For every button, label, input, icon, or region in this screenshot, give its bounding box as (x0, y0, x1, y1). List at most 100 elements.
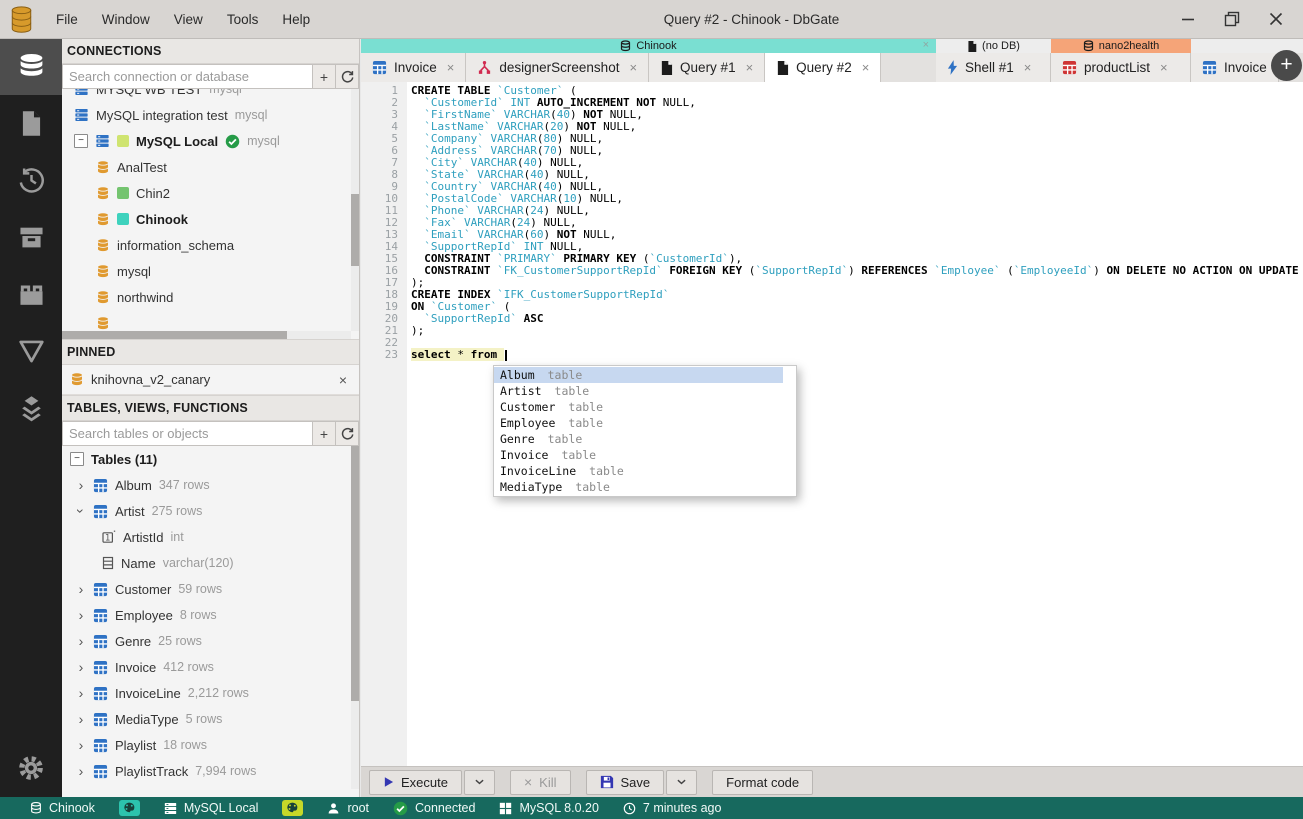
tree-item[interactable]: › Employee 8 rows (62, 602, 359, 628)
restore-icon[interactable] (1223, 10, 1241, 28)
tab-group-Chinook[interactable]: Chinook × (361, 38, 936, 53)
chevron-icon[interactable]: › (76, 660, 86, 674)
tree-item[interactable]: › PlaylistTrack 7,994 rows (62, 758, 359, 784)
connection-item[interactable]: − MySQL Local mysql (62, 128, 359, 154)
tab-close-icon[interactable]: × (1160, 60, 1168, 75)
tree-item[interactable]: › Playlist 18 rows (62, 732, 359, 758)
menu-window[interactable]: Window (91, 8, 161, 31)
tree-item[interactable]: 1 ArtistId int (62, 524, 359, 550)
tab-close-icon[interactable]: × (746, 60, 754, 75)
menu-tools[interactable]: Tools (216, 8, 270, 31)
status-palette-teal[interactable] (118, 800, 140, 816)
tab-query-#2[interactable]: Query #2 × (765, 53, 882, 82)
tree-item[interactable]: › Invoice 412 rows (62, 654, 359, 680)
expander-icon[interactable]: − (74, 134, 88, 148)
autocomplete-item[interactable]: Genre table (494, 431, 783, 447)
chevron-icon[interactable]: › (76, 738, 86, 752)
autocomplete-item[interactable]: Artist table (494, 383, 783, 399)
chevron-icon[interactable]: › (76, 478, 86, 492)
pinned-item[interactable]: knihovna_v2_canary × (62, 365, 359, 395)
chevron-icon[interactable]: › (76, 608, 86, 622)
connection-item[interactable]: Chin2 (62, 180, 359, 206)
autocomplete-item[interactable]: InvoiceLine table (494, 463, 783, 479)
execute-dropdown-button[interactable] (463, 769, 495, 795)
tree-item[interactable]: › InvoiceLine 2,212 rows (62, 680, 359, 706)
chevron-icon[interactable]: › (73, 506, 89, 516)
close-icon[interactable] (1267, 10, 1285, 28)
tab-close-icon[interactable]: × (447, 60, 455, 75)
connection-item[interactable]: Chinook (62, 206, 359, 232)
close-icon[interactable]: × (923, 40, 929, 51)
rail-item-database-icon[interactable] (0, 38, 62, 95)
autocomplete-item[interactable]: MediaType table (494, 479, 783, 495)
scrollbar-thumb[interactable] (62, 331, 288, 339)
save-button[interactable]: Save (585, 769, 665, 795)
tree-item[interactable]: › Genre 25 rows (62, 628, 359, 654)
expander-icon[interactable]: − (70, 452, 84, 466)
rail-item-archive-icon[interactable] (0, 209, 62, 266)
status-clock[interactable]: 7 minutes ago (623, 801, 721, 815)
autocomplete-item[interactable]: Album table (494, 367, 783, 383)
close-icon[interactable]: × (339, 372, 347, 388)
tab-shell-#1[interactable]: Shell #1 × (936, 53, 1051, 82)
tab-close-icon[interactable]: × (629, 60, 637, 75)
tree-folder[interactable]: − Tables (11) (62, 446, 359, 472)
connection-item[interactable]: MySQL integration test mysql (62, 102, 359, 128)
connection-item[interactable]: AnalTest (62, 154, 359, 180)
format-code-button[interactable]: Format code (712, 769, 814, 795)
scrollbar-track[interactable] (351, 446, 359, 789)
refresh-tables-button[interactable] (336, 421, 359, 446)
rail-item-book-icon[interactable] (0, 266, 62, 323)
connection-item[interactable]: northwind (62, 284, 359, 310)
refresh-connections-button[interactable] (336, 64, 359, 89)
rail-item-funnel-icon[interactable] (0, 323, 62, 380)
menu-file[interactable]: File (45, 8, 89, 31)
autocomplete-item[interactable]: Customer table (494, 399, 783, 415)
connection-item[interactable]: mysql (62, 258, 359, 284)
rail-item-layers-icon[interactable] (0, 380, 62, 437)
new-tab-button[interactable]: + (1271, 50, 1302, 81)
scrollbar-thumb[interactable] (351, 194, 359, 266)
status-database[interactable]: Chinook (30, 801, 95, 815)
rail-item-gear-icon[interactable] (0, 739, 62, 797)
tables-search-input[interactable] (62, 421, 313, 446)
status-server[interactable]: MySQL Local (164, 801, 258, 815)
tree-item[interactable]: › MediaType 5 rows (62, 706, 359, 732)
chevron-icon[interactable]: › (76, 634, 86, 648)
execute-button[interactable]: Execute (369, 769, 462, 795)
tab-invoice[interactable]: Invoice (1191, 53, 1279, 82)
menu-view[interactable]: View (163, 8, 214, 31)
add-table-button[interactable]: + (313, 421, 336, 446)
tree-item[interactable]: Name varchar(120) (62, 550, 359, 576)
tab-close-icon[interactable]: × (1024, 60, 1032, 75)
status-user[interactable]: root (327, 801, 369, 815)
tab-productlist[interactable]: productList × (1051, 53, 1191, 82)
connection-item[interactable]: MYSQL WB TEST mysql (62, 89, 359, 102)
chevron-icon[interactable]: › (76, 712, 86, 726)
tree-item[interactable]: › Artist 275 rows (62, 498, 359, 524)
tab-designerscreenshot[interactable]: designerScreenshot × (466, 53, 650, 82)
minimize-icon[interactable] (1179, 10, 1197, 28)
chevron-icon[interactable]: › (76, 686, 86, 700)
tab-group-nano2health[interactable]: nano2health (1051, 38, 1191, 53)
save-dropdown-button[interactable] (666, 769, 698, 795)
tree-item[interactable]: › Album 347 rows (62, 472, 359, 498)
tab-query-#1[interactable]: Query #1 × (649, 53, 766, 82)
scrollbar-track-horizontal[interactable] (62, 331, 351, 339)
add-connection-button[interactable]: + (313, 64, 336, 89)
tree-item[interactable]: › Customer 59 rows (62, 576, 359, 602)
status-check-circle[interactable]: Connected (393, 801, 475, 816)
tab-close-icon[interactable]: × (862, 60, 870, 75)
connections-search-input[interactable] (62, 64, 313, 89)
scrollbar-thumb[interactable] (351, 446, 359, 701)
chevron-icon[interactable]: › (76, 764, 86, 778)
rail-item-history-icon[interactable] (0, 152, 62, 209)
autocomplete-item[interactable]: Employee table (494, 415, 783, 431)
menu-help[interactable]: Help (271, 8, 321, 31)
tab-group-(no DB)[interactable]: (no DB) (936, 38, 1051, 53)
rail-item-file-icon[interactable] (0, 95, 62, 152)
connection-item[interactable]: information_schema (62, 232, 359, 258)
tab-invoice[interactable]: Invoice × (361, 53, 467, 82)
autocomplete-item[interactable]: Invoice table (494, 447, 783, 463)
scrollbar-track[interactable] (351, 89, 359, 331)
